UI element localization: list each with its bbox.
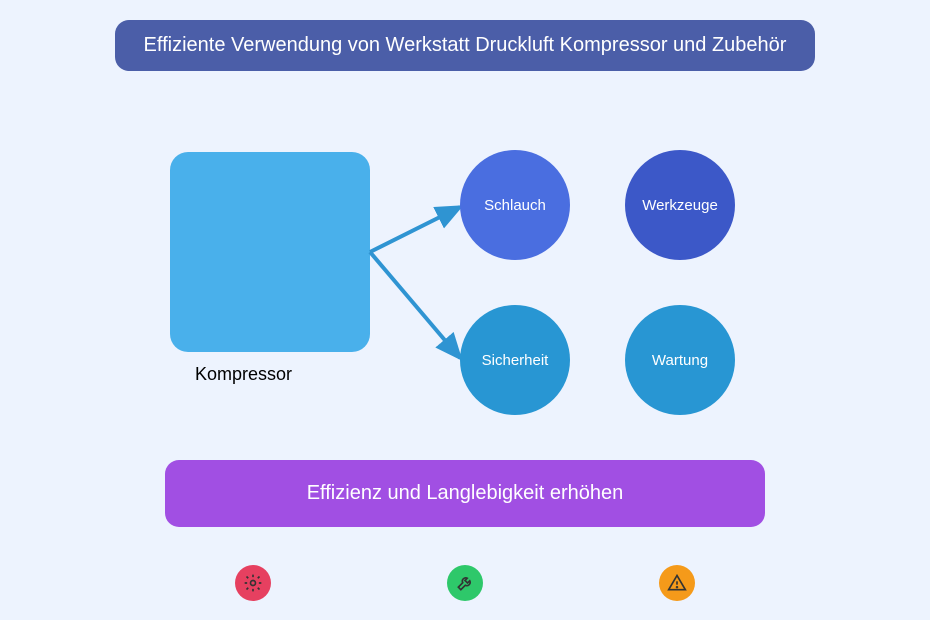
icon-row — [235, 565, 695, 601]
title-bar: Effiziente Verwendung von Werkstatt Druc… — [115, 20, 815, 71]
title-text: Effiziente Verwendung von Werkstatt Druc… — [144, 34, 787, 56]
node-tools-label: Werkzeuge — [642, 197, 718, 214]
node-safety: Sicherheit — [460, 305, 570, 415]
node-tools: Werkzeuge — [625, 150, 735, 260]
node-maintenance-label: Wartung — [652, 352, 708, 369]
compressor-label: Kompressor — [195, 364, 292, 385]
warning-icon — [659, 565, 695, 601]
node-hose: Schlauch — [460, 150, 570, 260]
gear-icon — [235, 565, 271, 601]
node-safety-label: Sicherheit — [482, 352, 549, 369]
node-hose-label: Schlauch — [484, 197, 546, 214]
compressor-box — [170, 152, 370, 352]
node-maintenance: Wartung — [625, 305, 735, 415]
arrows — [0, 0, 930, 620]
footer-bar: Effizienz und Langlebigkeit erhöhen — [165, 460, 765, 527]
footer-text: Effizienz und Langlebigkeit erhöhen — [307, 482, 624, 504]
wrench-icon — [447, 565, 483, 601]
